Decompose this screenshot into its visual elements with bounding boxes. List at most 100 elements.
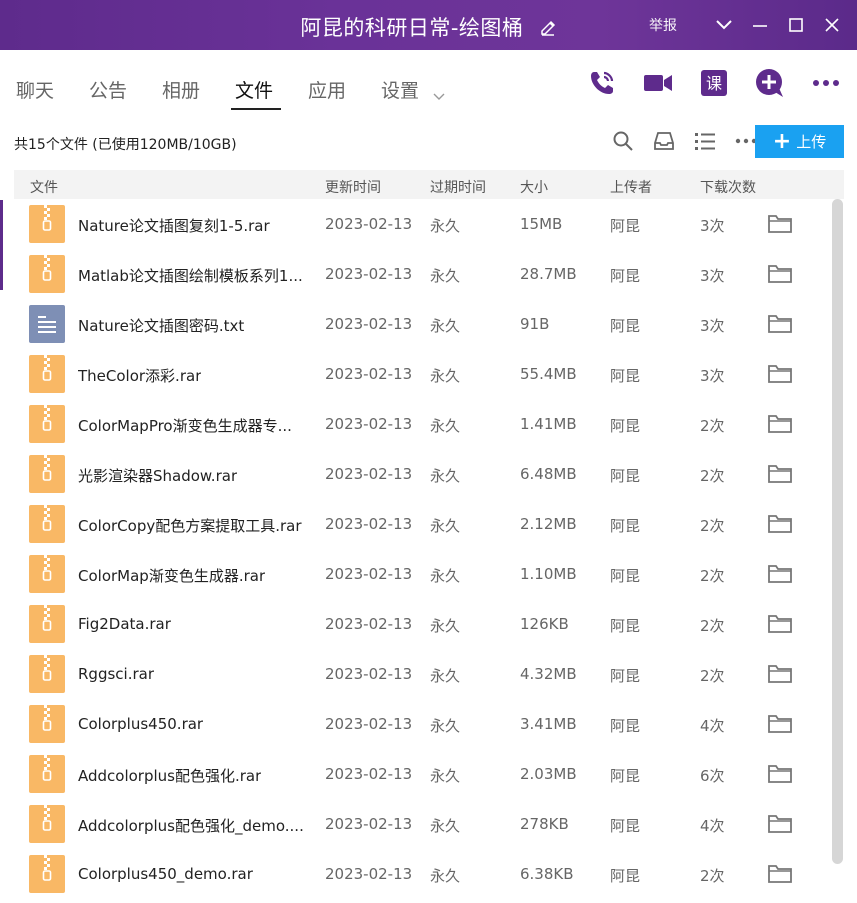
file-downloads: 2次 (700, 667, 725, 685)
minimize-icon[interactable] (749, 14, 771, 36)
group-actions: 课 (561, 68, 841, 98)
more-icon[interactable] (811, 68, 841, 98)
folder-icon[interactable] (768, 264, 792, 284)
table-row[interactable]: Fig2Data.rar 2023-02-13 永久 126KB 阿昆 2次 (0, 599, 830, 649)
video-icon[interactable] (643, 68, 673, 98)
archive-file-icon (29, 405, 65, 443)
file-uploader[interactable]: 阿昆 (610, 515, 640, 536)
folder-icon[interactable] (768, 714, 792, 734)
folder-icon[interactable] (768, 414, 792, 434)
file-name[interactable]: ColorMapPro渐变色生成器专... (78, 415, 292, 436)
folder-icon[interactable] (768, 364, 792, 384)
table-row[interactable]: Colorplus450.rar 2023-02-13 永久 3.41MB 阿昆 4次 (0, 699, 830, 749)
tab-chat[interactable]: 聊天 (16, 76, 54, 103)
file-uploader[interactable]: 阿昆 (610, 415, 640, 436)
folder-icon[interactable] (768, 864, 792, 884)
file-uploader[interactable]: 阿昆 (610, 815, 640, 836)
header-uploader[interactable]: 上传者 (610, 177, 652, 197)
file-name[interactable]: Rggsci.rar (78, 665, 154, 683)
file-uploader[interactable]: 阿昆 (610, 615, 640, 636)
table-row[interactable]: 光影渲染器Shadow.rar 2023-02-13 永久 6.48MB 阿昆 2次 (0, 449, 830, 499)
file-name[interactable]: Nature论文插图复刻1-5.rar (78, 215, 270, 236)
file-name[interactable]: ColorMap渐变色生成器.rar (78, 565, 265, 586)
folder-icon[interactable] (768, 564, 792, 584)
folder-icon[interactable] (768, 214, 792, 234)
file-uploader[interactable]: 阿昆 (610, 565, 640, 586)
file-uploader[interactable]: 阿昆 (610, 315, 640, 336)
file-name[interactable]: Colorplus450.rar (78, 715, 203, 733)
maximize-icon[interactable] (785, 14, 807, 36)
archive-file-icon (29, 555, 65, 593)
list-view-icon[interactable] (694, 130, 716, 152)
header-expire[interactable]: 过期时间 (430, 177, 486, 197)
file-list: Nature论文插图复刻1-5.rar 2023-02-13 永久 15MB 阿昆 3次 M… (0, 199, 830, 903)
report-button[interactable]: 举报 (649, 15, 677, 35)
upload-button[interactable]: + 上传 (755, 125, 844, 158)
file-name[interactable]: Addcolorplus配色强化_demo.... (78, 815, 304, 836)
table-row[interactable]: Nature论文插图密码.txt 2023-02-13 永久 91B 阿昆 3次 (0, 299, 830, 349)
file-uploader[interactable]: 阿昆 (610, 215, 640, 236)
table-row[interactable]: ColorCopy配色方案提取工具.rar 2023-02-13 永久 2.12MB 阿… (0, 499, 830, 549)
file-name[interactable]: Matlab论文插图绘制模板系列1... (78, 265, 303, 286)
file-name[interactable]: TheColor添彩.rar (78, 365, 201, 386)
table-row[interactable]: Addcolorplus配色强化_demo.... 2023-02-13 永久 278… (0, 799, 830, 849)
tab-album[interactable]: 相册 (162, 76, 200, 103)
file-name[interactable]: Colorplus450_demo.rar (78, 865, 253, 883)
file-size: 126KB (520, 615, 569, 633)
close-icon[interactable] (821, 14, 843, 36)
edit-icon[interactable] (539, 18, 557, 36)
file-size: 28.7MB (520, 265, 577, 283)
folder-icon[interactable] (768, 764, 792, 784)
file-downloads: 4次 (700, 717, 725, 735)
file-uploader[interactable]: 阿昆 (610, 365, 640, 386)
phone-icon[interactable] (587, 68, 617, 98)
file-name[interactable]: 光影渲染器Shadow.rar (78, 465, 237, 486)
file-uploader[interactable]: 阿昆 (610, 465, 640, 486)
file-name[interactable]: Addcolorplus配色强化.rar (78, 765, 261, 786)
folder-icon[interactable] (768, 464, 792, 484)
table-row[interactable]: Rggsci.rar 2023-02-13 永久 4.32MB 阿昆 2次 (0, 649, 830, 699)
header-updated[interactable]: 更新时间 (325, 177, 381, 197)
archive-file-icon (29, 455, 65, 493)
file-uploader[interactable]: 阿昆 (610, 765, 640, 786)
folder-icon[interactable] (768, 814, 792, 834)
tab-apps[interactable]: 应用 (308, 76, 346, 103)
folder-icon[interactable] (768, 514, 792, 534)
table-row[interactable]: ColorMapPro渐变色生成器专... 2023-02-13 永久 1.41MB 阿… (0, 399, 830, 449)
table-row[interactable]: TheColor添彩.rar 2023-02-13 永久 55.4MB 阿昆 3次 (0, 349, 830, 399)
archive-file-icon (29, 205, 65, 243)
chevron-down-icon[interactable] (713, 14, 735, 36)
file-uploader[interactable]: 阿昆 (610, 265, 640, 286)
table-row[interactable]: Addcolorplus配色强化.rar 2023-02-13 永久 2.03MB 阿昆… (0, 749, 830, 799)
header-name[interactable]: 文件 (30, 177, 58, 197)
tab-files[interactable]: 文件 (235, 76, 273, 103)
file-name[interactable]: Fig2Data.rar (78, 615, 171, 633)
tab-announcement[interactable]: 公告 (89, 76, 127, 103)
lesson-icon[interactable]: 课 (699, 68, 729, 98)
file-uploader[interactable]: 阿昆 (610, 865, 640, 886)
folder-icon[interactable] (768, 614, 792, 634)
table-row[interactable]: Colorplus450_demo.rar 2023-02-13 永久 6.38KB 阿… (0, 849, 830, 899)
more-icon[interactable] (735, 130, 757, 152)
header-size[interactable]: 大小 (520, 177, 548, 197)
search-icon[interactable] (612, 130, 634, 152)
window-controls: 举报 (649, 13, 843, 37)
table-row[interactable]: Matlab论文插图绘制模板系列1... 2023-02-13 永久 28.7MB 阿昆… (0, 249, 830, 299)
file-size: 1.41MB (520, 415, 577, 433)
file-uploader[interactable]: 阿昆 (610, 665, 640, 686)
header-downloads[interactable]: 下载次数 (700, 177, 756, 197)
table-row[interactable]: ColorMap渐变色生成器.rar 2023-02-13 永久 1.10MB 阿昆 2次 (0, 549, 830, 599)
file-expire: 永久 (430, 217, 461, 235)
inbox-icon[interactable] (653, 130, 675, 152)
file-name[interactable]: ColorCopy配色方案提取工具.rar (78, 515, 302, 536)
tab-settings[interactable]: 设置 (381, 76, 445, 103)
vertical-scrollbar[interactable] (832, 199, 843, 864)
file-updated: 2023-02-13 (325, 215, 413, 233)
file-expire: 永久 (430, 767, 461, 785)
add-icon[interactable] (755, 68, 785, 98)
table-row[interactable]: Nature论文插图复刻1-5.rar 2023-02-13 永久 15MB 阿昆 3次 (0, 199, 830, 249)
folder-icon[interactable] (768, 314, 792, 334)
file-uploader[interactable]: 阿昆 (610, 715, 640, 736)
file-name[interactable]: Nature论文插图密码.txt (78, 315, 244, 336)
folder-icon[interactable] (768, 664, 792, 684)
